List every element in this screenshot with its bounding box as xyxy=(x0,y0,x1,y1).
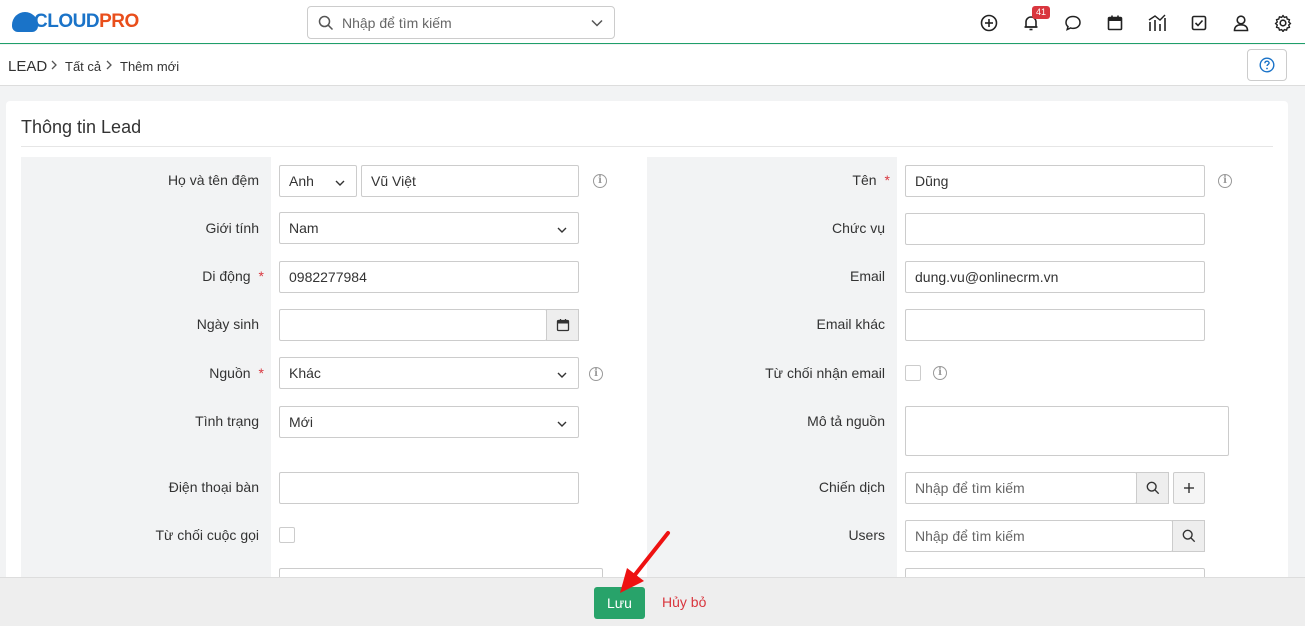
breadcrumb-module[interactable]: LEAD xyxy=(8,58,47,75)
chevron-down-icon xyxy=(334,176,346,192)
label-gender: Giới tính xyxy=(205,220,259,236)
campaign-search-button[interactable] xyxy=(1136,472,1169,504)
label-reject-email: Từ chối nhận email xyxy=(765,365,885,381)
chevron-down-icon[interactable] xyxy=(590,16,604,33)
breadcrumb-current: Thêm mới xyxy=(120,59,180,74)
form-title: Thông tin Lead xyxy=(21,117,142,137)
cancel-link[interactable]: Hủy bỏ xyxy=(662,594,706,610)
add-campaign-button[interactable] xyxy=(1173,472,1205,504)
search-icon xyxy=(1146,481,1159,495)
email2-input[interactable] xyxy=(905,309,1205,341)
label-source-desc: Mô tả nguồn xyxy=(807,413,885,429)
calendar-picker-button[interactable] xyxy=(546,309,579,341)
annotation-arrow-icon xyxy=(620,531,670,593)
plus-circle-icon[interactable] xyxy=(979,13,999,33)
users-search-button[interactable] xyxy=(1172,520,1205,552)
chat-icon[interactable] xyxy=(1063,13,1083,33)
phone-input[interactable] xyxy=(279,472,579,504)
campaign-search-input[interactable]: Nhập để tìm kiếm xyxy=(905,472,1137,504)
chevron-down-icon xyxy=(556,223,568,239)
info-icon[interactable]: i xyxy=(589,367,603,381)
status-select[interactable]: Mới xyxy=(279,406,579,438)
salutation-select[interactable]: Anh xyxy=(279,165,357,197)
label-title: Chức vụ xyxy=(832,220,885,236)
help-icon xyxy=(1259,57,1275,73)
label-name: Họ và tên đệm xyxy=(167,172,259,188)
breadcrumb-separator-icon xyxy=(105,58,113,74)
label-status: Tình trạng xyxy=(195,413,259,429)
label-campaign: Chiến dịch xyxy=(818,479,885,495)
global-search-input[interactable]: Nhập để tìm kiếm xyxy=(307,6,615,39)
title-input[interactable] xyxy=(905,213,1205,245)
label-reject-call: Từ chối cuộc gọi xyxy=(155,527,259,543)
search-icon xyxy=(318,15,334,34)
label-birthday: Ngày sinh xyxy=(196,316,259,332)
breadcrumb xyxy=(0,45,1305,86)
gender-select[interactable]: Nam xyxy=(279,212,579,244)
label-users: Users xyxy=(848,527,885,543)
user-icon[interactable] xyxy=(1231,13,1251,33)
notification-badge: 41 xyxy=(1032,6,1051,19)
label-email: Email xyxy=(849,268,885,284)
chevron-down-icon xyxy=(556,368,568,384)
search-placeholder: Nhập để tìm kiếm xyxy=(342,15,452,31)
breadcrumb-separator-icon xyxy=(50,58,58,74)
divider xyxy=(21,146,1273,147)
plus-icon xyxy=(1184,483,1194,493)
search-icon xyxy=(1182,529,1195,543)
email-input[interactable]: dung.vu@onlinecrm.vn xyxy=(905,261,1205,293)
label-email2: Email khác xyxy=(816,316,885,332)
info-icon[interactable]: i xyxy=(593,174,607,188)
chart-icon[interactable] xyxy=(1147,13,1167,33)
birthday-input[interactable] xyxy=(279,309,547,341)
breadcrumb-list[interactable]: Tất cả xyxy=(65,59,101,74)
users-search-input[interactable]: Nhập để tìm kiếm xyxy=(905,520,1173,552)
task-icon[interactable] xyxy=(1189,13,1209,33)
info-icon[interactable]: i xyxy=(933,366,947,380)
mobile-input[interactable]: 0982277984 xyxy=(279,261,579,293)
cloud-logo-icon xyxy=(12,12,38,32)
middle-name-input[interactable]: Vũ Việt xyxy=(361,165,579,197)
app-logo[interactable]: CLOUDPRO xyxy=(12,9,139,35)
label-first-name: Tên * xyxy=(852,172,890,188)
label-source: Nguồn * xyxy=(209,365,264,381)
reject-email-checkbox[interactable] xyxy=(905,365,921,381)
calendar-icon[interactable] xyxy=(1105,13,1125,33)
help-button[interactable] xyxy=(1247,49,1287,81)
logo-text: CLOUDPRO xyxy=(34,11,139,32)
info-icon[interactable]: i xyxy=(1218,174,1232,188)
reject-call-checkbox[interactable] xyxy=(279,527,295,543)
source-desc-textarea[interactable] xyxy=(905,406,1229,456)
label-phone: Điện thoại bàn xyxy=(168,479,259,495)
source-select[interactable]: Khác xyxy=(279,357,579,389)
first-name-input[interactable]: Dũng xyxy=(905,165,1205,197)
chevron-down-icon xyxy=(556,417,568,433)
calendar-icon xyxy=(556,319,569,332)
label-mobile: Di động * xyxy=(202,268,264,284)
gear-icon[interactable] xyxy=(1273,13,1293,33)
